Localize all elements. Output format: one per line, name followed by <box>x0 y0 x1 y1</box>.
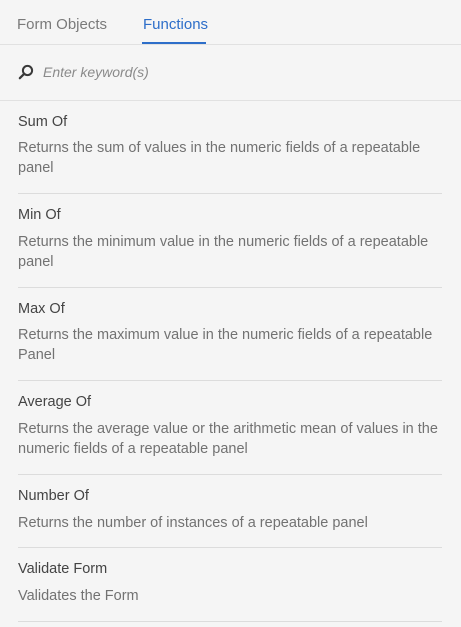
function-title: Sum Of <box>18 114 68 130</box>
function-title: Min Of <box>18 207 61 223</box>
function-title: Average Of <box>18 394 92 410</box>
function-description: Validates the Form <box>18 588 139 604</box>
function-item-average-of[interactable]: Average Of Returns the average value or … <box>18 381 442 475</box>
function-title: Number Of <box>18 488 89 504</box>
search-input[interactable] <box>43 61 423 83</box>
search-bar <box>0 45 461 101</box>
function-description: Returns the minimum value in the numeric… <box>18 234 429 270</box>
tab-functions[interactable]: Functions <box>143 16 208 34</box>
function-item-sum-of[interactable]: Sum Of Returns the sum of values in the … <box>18 101 442 194</box>
tab-form-objects[interactable]: Form Objects <box>17 16 107 34</box>
active-tab-indicator <box>142 42 206 44</box>
function-item-min-of[interactable]: Min Of Returns the minimum value in the … <box>18 194 442 288</box>
function-title: Max Of <box>18 301 65 317</box>
tab-bar: Form Objects Functions <box>0 0 461 45</box>
function-description: Returns the number of instances of a rep… <box>18 515 368 531</box>
function-description: Returns the sum of values in the numeric… <box>18 140 421 176</box>
search-icon <box>18 64 34 80</box>
function-item-max-of[interactable]: Max Of Returns the maximum value in the … <box>18 288 442 381</box>
function-description: Returns the maximum value in the numeric… <box>18 327 433 363</box>
function-item-validate-form[interactable]: Validate Form Validates the Form <box>18 548 442 622</box>
rule-editor-panel: Form Objects Functions Sum Of Returns th… <box>0 0 461 627</box>
function-description: Returns the average value or the arithme… <box>18 421 438 457</box>
function-title: Validate Form <box>18 561 108 577</box>
function-item-number-of[interactable]: Number Of Returns the number of instance… <box>18 475 442 548</box>
